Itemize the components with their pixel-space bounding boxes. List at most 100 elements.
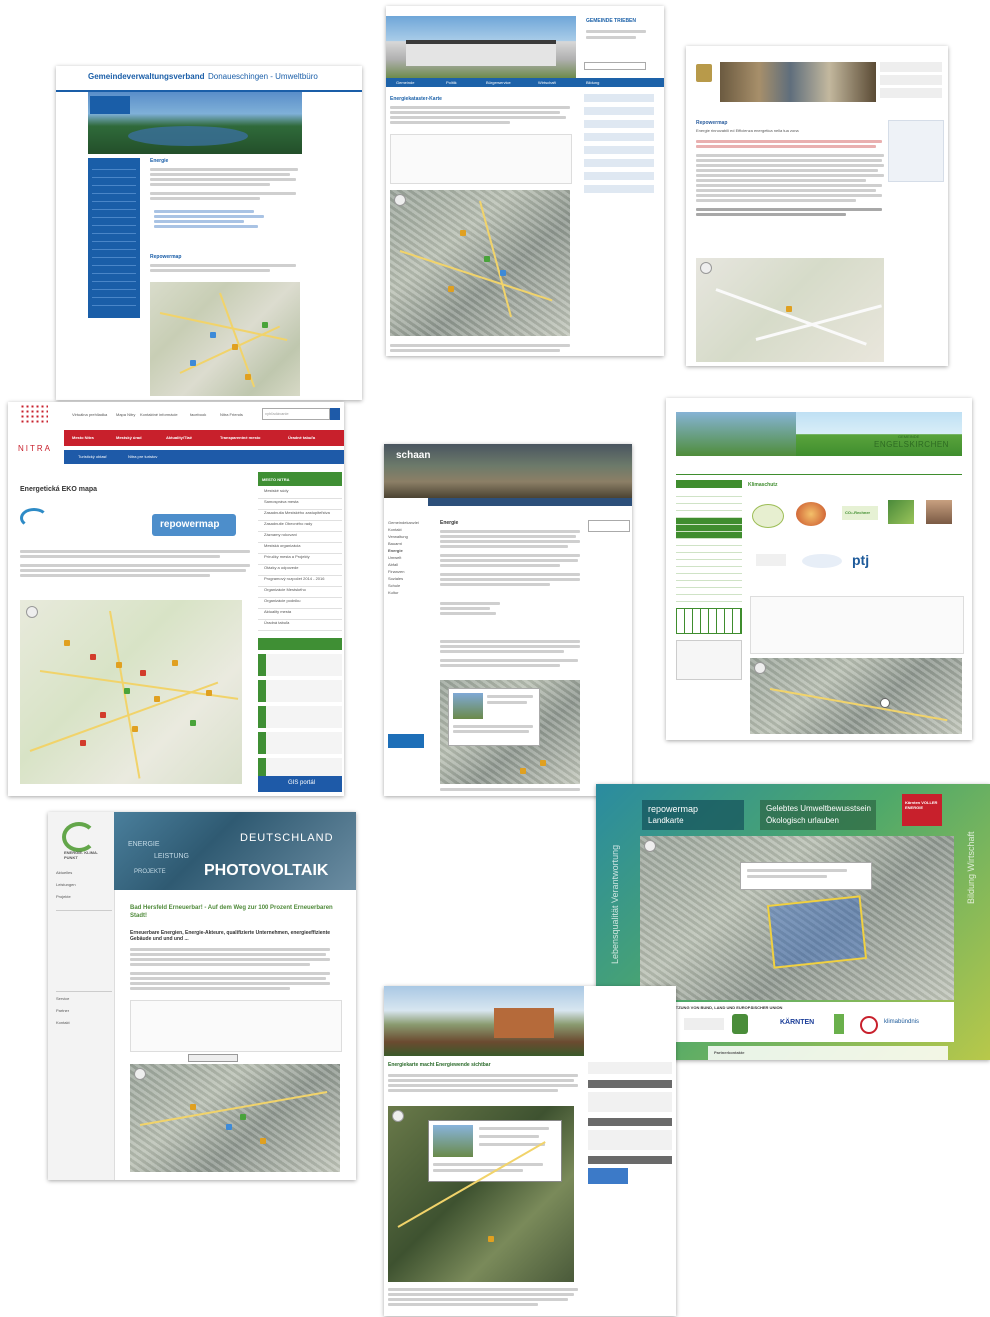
support-bar: MIT UNTERSTÜTZUNG VON BUND, LAND UND EUR… [640, 1002, 954, 1042]
map[interactable] [130, 1064, 340, 1172]
map[interactable] [388, 1106, 574, 1282]
page-heading: Energiekataster-Karte [390, 96, 442, 102]
map[interactable] [390, 190, 570, 336]
side-nav-item[interactable]: Aktuelles [56, 870, 112, 882]
side-text-left: Lebensqualität Verantwortung [610, 844, 620, 964]
side-nav-item[interactable]: Projekte [56, 894, 112, 906]
header-photo-strip [720, 62, 876, 102]
top-link[interactable]: Mapa Nitry [116, 412, 135, 417]
top-link[interactable]: Virtuálna prehliadka [72, 412, 107, 417]
sidebar-item[interactable]: Zasadnutia Mestského zastupiteľstva [258, 510, 342, 521]
tab-repowermap[interactable]: repowermap Landkarte [642, 800, 744, 830]
sidebar-item[interactable]: Mestská organizácia [258, 543, 342, 554]
left-nav-item[interactable]: Finanzen [388, 569, 428, 576]
sidebar-item[interactable]: Samospráva mesta [258, 499, 342, 510]
sidebar-item[interactable]: Mestské súdy [258, 488, 342, 499]
left-nav-item[interactable]: Kultur [388, 590, 428, 597]
red-nav: Mesto Nitra Mestský úrad Aktuality/Tlač … [64, 430, 344, 446]
nav-item[interactable]: Mestský úrad [116, 435, 142, 440]
nav-item[interactable]: Wirtschaft [538, 80, 556, 85]
top-link[interactable]: Nitra Friends [220, 412, 243, 417]
apply-filter-button[interactable] [188, 1054, 238, 1062]
intelligent-energy-logo [20, 508, 80, 538]
side-nav-item[interactable]: Leistungen [56, 882, 112, 894]
filter-panel[interactable] [750, 596, 964, 654]
sidebar-item[interactable]: Otázky a odpovede [258, 565, 342, 576]
kaernten-logo: Kärnten VOLLER ENERGIE [902, 794, 942, 826]
map-popup [428, 1120, 562, 1182]
filter-panel[interactable] [130, 1000, 342, 1052]
header-banner: GEMEINDE ENGELSKIRCHEN [676, 412, 962, 456]
side-nav-item[interactable]: Service [56, 996, 112, 1008]
nav-item[interactable]: Mesto Nitra [72, 435, 94, 440]
left-nav-item[interactable]: Abfall [388, 562, 428, 569]
left-nav [88, 158, 140, 318]
map[interactable] [20, 600, 242, 784]
header-photo [384, 986, 584, 1056]
left-nav-item[interactable]: Verwaltung [388, 534, 428, 541]
gis-portal-button[interactable]: GIS portál [258, 776, 342, 792]
sidebar-item[interactable]: Organizácie Mestského [258, 587, 342, 598]
page-heading: Bad Hersfeld Erneuerbar! - Auf dem Weg z… [130, 905, 333, 919]
screenshot-donaueschingen: Gemeindeverwaltungsverband Donaueschinge… [56, 66, 362, 400]
blue-nav: Turistický oblasť Nitra pre turistov [64, 450, 344, 464]
nav-item[interactable]: Aktuality/Tlač [166, 435, 192, 440]
nav-item[interactable]: Transparentné mesto [220, 435, 260, 440]
nav-item[interactable]: Úradné tabuľa [288, 435, 315, 440]
left-nav-item[interactable]: Energie [388, 548, 428, 555]
page-heading: Energie [440, 520, 459, 526]
left-nav-item[interactable]: Kontakt [388, 527, 428, 534]
right-sidebar: MESTO NITRA Mestské súdy Samospráva mest… [258, 472, 342, 792]
sidebar-item[interactable]: Aktuality mesta [258, 609, 342, 620]
map[interactable] [640, 836, 954, 1000]
nav-item[interactable]: Turistický oblasť [78, 454, 107, 459]
map[interactable] [150, 282, 300, 396]
brand-title: NITRA [18, 444, 52, 453]
top-link[interactable]: facebook [190, 412, 206, 417]
brand-title: schaan [396, 450, 431, 461]
page-subheading: Energie rinnovabili ed Efficienza energe… [696, 128, 799, 133]
nav-item[interactable]: Bürgerservice [486, 80, 511, 85]
page-heading: Repowermap [696, 120, 728, 126]
sidebar-item[interactable]: Záznamy rokovaní [258, 532, 342, 543]
brand-small: GEMEINDE [898, 434, 920, 439]
page-heading: Energie [150, 158, 169, 164]
brand-title: GEMEINDE TRIEBEN [586, 18, 637, 24]
left-nav-item[interactable]: Schule [388, 583, 428, 590]
nav-item[interactable]: Gemeinde [396, 80, 414, 85]
brand-title: ENGELSKIRCHEN [874, 440, 949, 449]
nav-item[interactable]: Politik [446, 80, 457, 85]
sidebar-item[interactable]: Organizácie podniku [258, 598, 342, 609]
filter-panel[interactable] [390, 134, 572, 184]
page-heading: Energiekarte macht Energiewende sichtbar [388, 1062, 491, 1068]
word-cloud-banner: DEUTSCHLAND PHOTOVOLTAIK ENERGIE LEISTUN… [114, 812, 356, 890]
map[interactable] [696, 258, 884, 362]
map[interactable] [750, 658, 962, 734]
side-nav-item[interactable]: Kontakt [56, 1020, 112, 1032]
nav-item[interactable]: Nitra pre turistov [128, 454, 157, 459]
tab-eco-holiday[interactable]: Gelebtes Umweltbewusstsein Ökologisch ur… [760, 800, 876, 830]
sidebar-item[interactable]: Úradná tabuľa [258, 620, 342, 631]
left-nav-item[interactable]: Soziales [388, 576, 428, 583]
top-link[interactable]: Kontaktné informácie [140, 412, 178, 417]
nav-item[interactable]: Bildung [586, 80, 599, 85]
sidebar-item[interactable]: Programový rozpočet 2014 - 2016 [258, 576, 342, 587]
sidebar-item[interactable]: Príručky mesta a Projekty [258, 554, 342, 565]
sidebar-item[interactable]: Zasadnutie Obecného rady [258, 521, 342, 532]
main-nav: Gemeinde Politik Bürgerservice Wirtschaf… [386, 78, 664, 87]
page-subheading: Erneuerbare Energien, Energie-Akteure, q… [130, 930, 331, 942]
left-nav-item[interactable]: Umwelt [388, 555, 428, 562]
screenshot-trieben: GEMEINDE TRIEBEN Gemeinde Politik Bürger… [386, 6, 664, 356]
left-nav-item[interactable]: Bauamt [388, 541, 428, 548]
side-nav-item[interactable]: Partner [56, 1008, 112, 1020]
nitra-logo-icon [20, 404, 48, 424]
leaf-icon [732, 1014, 748, 1034]
search-input[interactable]: vyhľadávanie [262, 408, 330, 420]
page-heading: Klimaschutz [748, 482, 778, 488]
search-button[interactable] [330, 408, 340, 420]
left-nav-item[interactable]: Gemeindekanzlei [388, 520, 428, 527]
ptj-badge: ptj [852, 552, 870, 568]
map[interactable] [440, 680, 580, 784]
header-photo [88, 92, 302, 154]
partner-contacts[interactable]: Partnerkontakte [714, 1050, 744, 1055]
